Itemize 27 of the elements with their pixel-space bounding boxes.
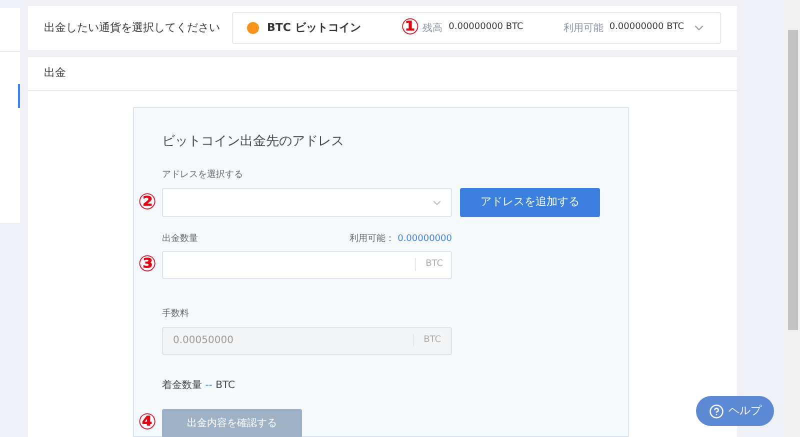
annotation-number: ③ <box>138 254 158 276</box>
annotation-number: ④ <box>138 412 158 434</box>
form-title: ビットコイン出金先のアドレス <box>162 134 344 149</box>
field-label: 出金数量 <box>162 233 198 246</box>
section-title: 出金 <box>44 65 66 82</box>
help-icon <box>708 404 724 418</box>
field-label: 手数料 <box>162 308 189 318</box>
bitcoin-icon <box>247 22 259 34</box>
balance-value: 0.00000000 BTC <box>448 21 524 34</box>
address-select[interactable] <box>162 188 452 217</box>
field-label: アドレスを選択する <box>162 170 243 180</box>
annotation-number: ② <box>138 192 158 214</box>
add-address-button[interactable]: アドレスを追加する <box>460 188 600 217</box>
amount-input[interactable]: BTC <box>162 250 452 278</box>
help-button[interactable]: ヘルプ <box>696 396 774 426</box>
available-label: 利用可能 <box>563 22 604 36</box>
available-amount: 利用可能： 0.00000000 <box>350 233 452 246</box>
unit-label: BTC <box>412 334 441 348</box>
balance-label: 残高 <box>422 22 443 36</box>
currency-select-label: 出金したい通貨を選択してください <box>44 20 220 36</box>
active-indicator <box>18 84 20 108</box>
available-value: 0.00000000 BTC <box>609 21 684 34</box>
annotation-number: ① <box>400 15 420 40</box>
currency-name: BTC ビットコイン <box>267 20 361 36</box>
fee-value: 0.00050000 <box>173 334 234 348</box>
received-amount: 着金数量 -- BTC <box>162 380 235 390</box>
unit-label: BTC <box>414 258 451 272</box>
